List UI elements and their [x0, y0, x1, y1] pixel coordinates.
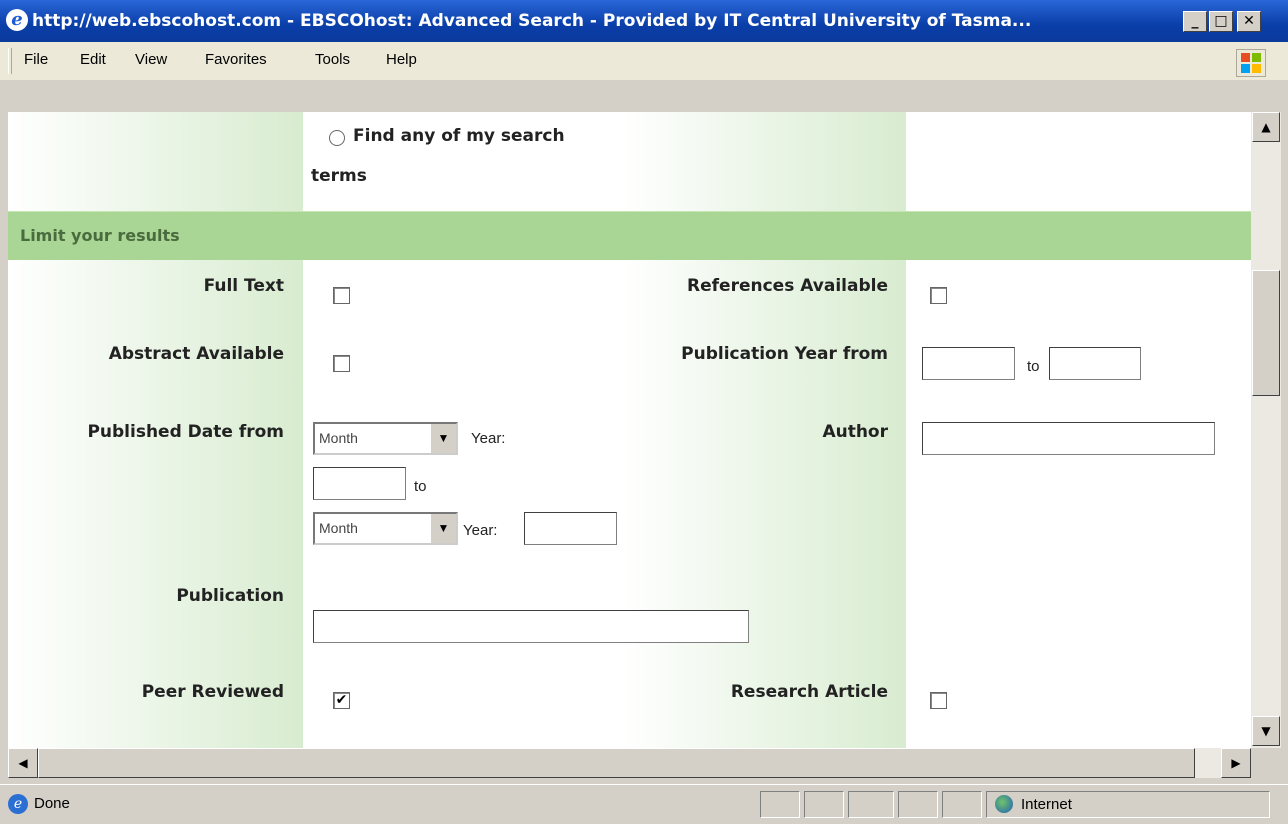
scroll-up-button[interactable]: ▲: [1252, 112, 1280, 142]
security-zone-label: Internet: [1021, 796, 1072, 813]
horizontal-scroll-thumb[interactable]: [38, 748, 1195, 778]
full-text-checkbox[interactable]: [333, 287, 350, 304]
author-label: Author: [822, 422, 888, 442]
window-titlebar: e http://web.ebscohost.com - EBSCOhost: …: [0, 0, 1288, 42]
published-year-from-input[interactable]: [313, 467, 406, 500]
menu-help[interactable]: Help: [386, 51, 417, 68]
globe-icon: [995, 795, 1013, 813]
abstract-available-checkbox[interactable]: [333, 355, 350, 372]
limit-results-title: Limit your results: [20, 226, 180, 245]
scroll-down-button[interactable]: ▼: [1252, 716, 1280, 746]
menu-favorites[interactable]: Favorites: [205, 51, 267, 68]
published-date-from-label: Published Date from: [87, 422, 284, 442]
status-panel: [804, 791, 844, 818]
status-panel: [942, 791, 982, 818]
ie-icon: e: [6, 9, 28, 31]
vertical-scroll-thumb[interactable]: [1252, 270, 1280, 396]
status-panel: [898, 791, 938, 818]
maximize-button[interactable]: □: [1209, 11, 1233, 32]
published-date-from-month-select[interactable]: Month ▼: [313, 422, 458, 455]
research-article-label: Research Article: [730, 682, 888, 702]
references-available-checkbox[interactable]: [930, 287, 947, 304]
published-date-to-label: to: [414, 478, 427, 495]
menu-bar: File Edit View Favorites Tools Help: [0, 42, 1288, 81]
published-year-to-label: Year:: [463, 522, 498, 539]
limit-results-header: Limit your results: [8, 211, 1251, 260]
chevron-down-icon[interactable]: ▼: [430, 514, 456, 543]
published-year-from-label: Year:: [471, 430, 506, 447]
toolbar-grip: [8, 48, 12, 74]
scroll-right-button[interactable]: ▶: [1221, 748, 1251, 778]
horizontal-scrollbar[interactable]: ◀ ▶: [8, 748, 1251, 778]
full-text-label: Full Text: [203, 276, 284, 296]
page-done-icon: e: [8, 794, 28, 814]
zone-panel: Internet: [986, 791, 1270, 818]
menu-file[interactable]: File: [24, 51, 48, 68]
windows-logo-icon: [1236, 49, 1266, 77]
research-article-checkbox[interactable]: [930, 692, 947, 709]
publication-label: Publication: [176, 586, 284, 606]
menu-view[interactable]: View: [135, 51, 167, 68]
published-year-to-input[interactable]: [524, 512, 617, 545]
publication-year-from-input[interactable]: [922, 347, 1015, 380]
scroll-left-button[interactable]: ◀: [8, 748, 38, 778]
publication-year-to-label: to: [1027, 358, 1040, 375]
publication-input[interactable]: [313, 610, 749, 643]
references-available-label: References Available: [687, 276, 888, 296]
status-bar: e Done Internet: [0, 784, 1288, 824]
find-any-terms-label: Find any of my search: [353, 126, 565, 146]
status-panel: [760, 791, 800, 818]
publication-year-from-label: Publication Year from: [681, 344, 888, 364]
chevron-down-icon[interactable]: ▼: [430, 424, 456, 453]
publication-year-to-input[interactable]: [1049, 347, 1141, 380]
menu-edit[interactable]: Edit: [80, 51, 106, 68]
find-any-terms-radio[interactable]: [329, 130, 345, 146]
menu-tools[interactable]: Tools: [315, 51, 350, 68]
minimize-button[interactable]: _: [1183, 11, 1207, 32]
month-select-value: Month: [319, 520, 358, 536]
window-title: http://web.ebscohost.com - EBSCOhost: Ad…: [32, 11, 1032, 31]
vertical-scrollbar[interactable]: ▲ ▼: [1251, 112, 1281, 748]
status-text: Done: [34, 795, 70, 812]
author-input[interactable]: [922, 422, 1215, 455]
peer-reviewed-checkbox[interactable]: ✔: [333, 692, 350, 709]
status-panel: [848, 791, 894, 818]
abstract-available-label: Abstract Available: [108, 344, 284, 364]
find-any-terms-label-cont: terms: [311, 166, 367, 186]
close-button[interactable]: ✕: [1237, 11, 1261, 32]
month-select-value: Month: [319, 430, 358, 446]
frame-border: [0, 80, 1288, 112]
published-date-to-month-select[interactable]: Month ▼: [313, 512, 458, 545]
peer-reviewed-label: Peer Reviewed: [141, 682, 284, 702]
page-content: Find any of my search terms Limit your r…: [8, 112, 1251, 748]
